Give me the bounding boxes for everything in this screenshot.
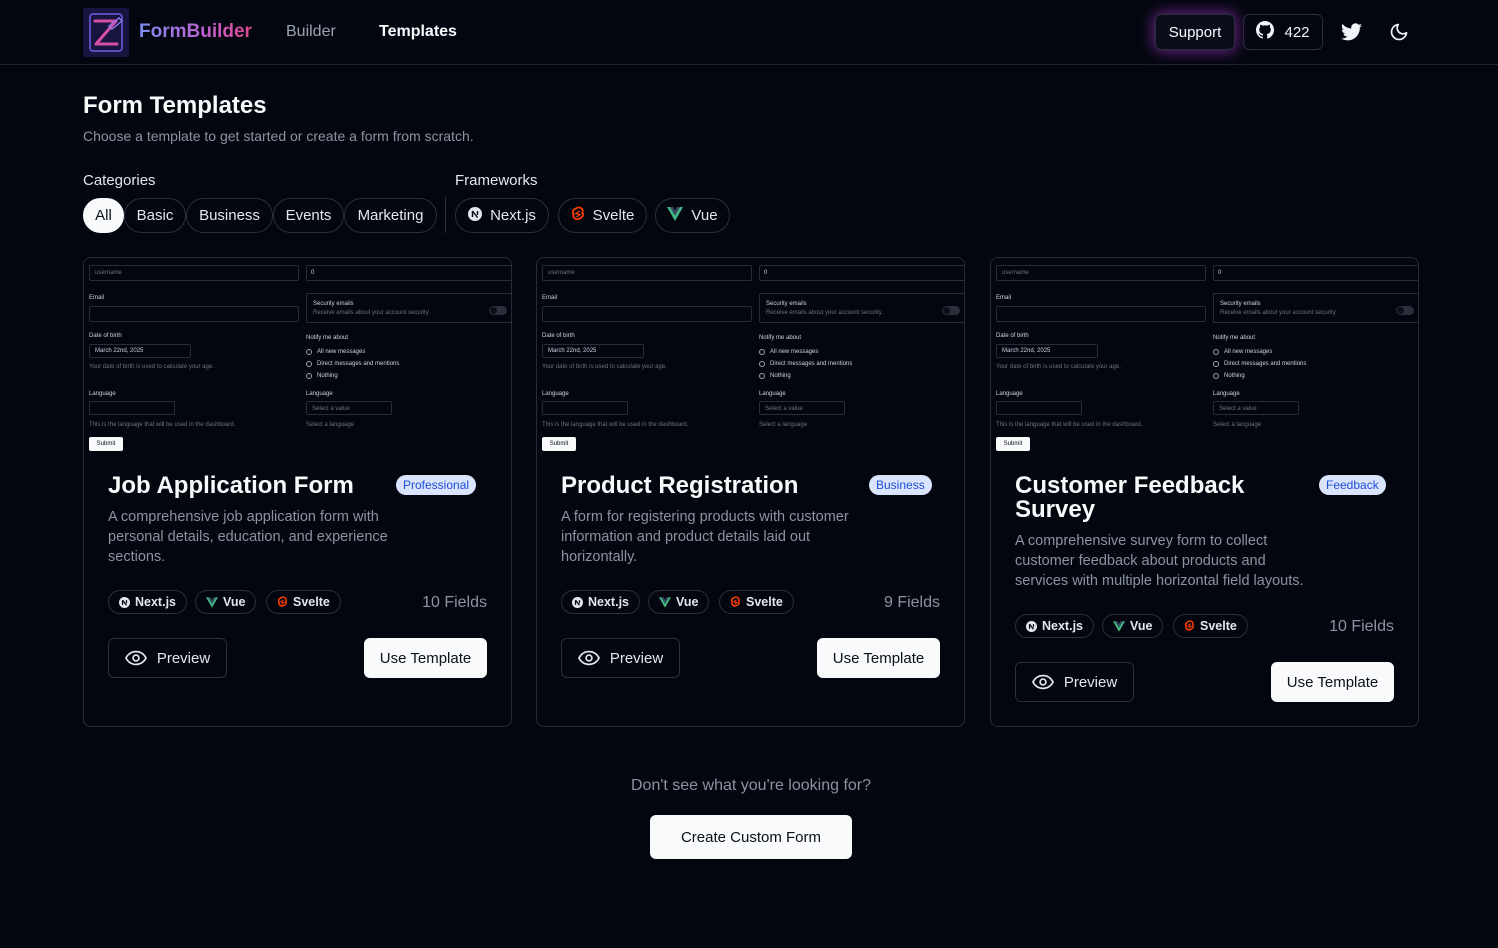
use-template-button[interactable]: Use Template: [1271, 662, 1394, 702]
formbuilder-logo-icon[interactable]: [83, 8, 129, 57]
github-stars: 422: [1284, 23, 1310, 41]
category-pill-marketing[interactable]: Marketing: [344, 198, 437, 233]
preview-button[interactable]: Preview: [561, 638, 680, 678]
category-pill-all[interactable]: All: [83, 198, 124, 233]
framework-chip-nextjs: Next.js: [1015, 614, 1094, 638]
page-title: Form Templates: [83, 92, 267, 119]
template-title: Product Registration: [561, 472, 799, 499]
template-preview-image: username 0 Email Security emails Receive ema…: [991, 258, 1418, 451]
category-badge: Professional: [396, 475, 477, 495]
category-pill-basic[interactable]: Basic: [124, 198, 186, 233]
page-subtitle: Choose a template to get started or crea…: [83, 128, 474, 144]
use-template-button[interactable]: Use Template: [817, 638, 940, 678]
nextjs-icon: [119, 596, 130, 608]
top-navbar: FormBuilder Builder Templates Support 42…: [0, 0, 1498, 65]
category-badge: Business: [869, 475, 932, 495]
framework-chip-svelte: Svelte: [719, 590, 794, 614]
framework-pill-nextjs[interactable]: Next.js: [455, 198, 549, 233]
preview-button[interactable]: Preview: [1015, 662, 1134, 702]
category-pill-business[interactable]: Business: [186, 198, 273, 233]
framework-chip-vue: Vue: [195, 590, 257, 614]
framework-chip-vue: Vue: [1102, 614, 1164, 638]
svelte-icon: [571, 206, 585, 226]
eye-icon: [577, 650, 600, 666]
eye-icon: [1031, 674, 1054, 690]
template-description: A form for registering products with cus…: [561, 509, 849, 565]
nav-builder[interactable]: Builder: [286, 23, 336, 41]
svelte-icon: [277, 596, 288, 608]
eye-icon: [124, 650, 147, 666]
filter-divider: [445, 197, 446, 233]
preview-button[interactable]: Preview: [108, 638, 227, 678]
template-card: username 0 Email Security emails Receive ema…: [83, 257, 512, 727]
create-custom-form-button[interactable]: Create Custom Form: [650, 815, 852, 859]
framework-chip-vue: Vue: [648, 590, 710, 614]
template-preview-image: username 0 Email Security emails Receive ema…: [537, 258, 964, 451]
use-template-button[interactable]: Use Template: [364, 638, 487, 678]
framework-chip-svelte: Svelte: [266, 590, 341, 614]
template-title: Customer Feedback Survey: [1015, 472, 1245, 523]
vue-icon: [206, 596, 218, 608]
template-preview-image: username 0 Email Security emails Receive ema…: [84, 258, 511, 451]
nextjs-icon: [572, 596, 583, 608]
nextjs-icon: [1026, 620, 1037, 632]
github-icon: [1256, 21, 1275, 43]
cta-question: Don't see what you're looking for?: [630, 777, 872, 794]
github-button[interactable]: 422: [1243, 14, 1323, 50]
vue-icon: [659, 596, 671, 608]
framework-chip-nextjs: Next.js: [108, 590, 187, 614]
framework-pill-svelte[interactable]: Svelte: [558, 198, 647, 233]
framework-pill-vue[interactable]: Vue: [655, 198, 730, 233]
template-card: username 0 Email Security emails Receive ema…: [536, 257, 965, 727]
template-card: username 0 Email Security emails Receive ema…: [990, 257, 1419, 727]
field-count: 10 Fields: [1329, 618, 1394, 635]
svelte-icon: [730, 596, 741, 608]
nextjs-icon: [468, 206, 483, 225]
vue-icon: [1113, 620, 1125, 632]
category-pill-events[interactable]: Events: [273, 198, 344, 233]
template-description: A comprehensive survey form to collect c…: [1015, 533, 1304, 589]
frameworks-label: Frameworks: [455, 172, 538, 189]
moon-icon[interactable]: [1387, 20, 1411, 44]
vue-icon: [667, 206, 684, 225]
twitter-icon[interactable]: [1339, 20, 1363, 44]
support-button[interactable]: Support: [1155, 14, 1235, 50]
template-title: Job Application Form: [108, 472, 354, 499]
framework-chip-svelte: Svelte: [1173, 614, 1248, 638]
svelte-icon: [1184, 620, 1195, 632]
brand-name[interactable]: FormBuilder: [139, 21, 252, 43]
categories-label: Categories: [83, 172, 156, 189]
category-badge: Feedback: [1319, 475, 1386, 495]
field-count: 9 Fields: [883, 594, 940, 611]
nav-templates[interactable]: Templates: [379, 23, 457, 41]
field-count: 10 Fields: [422, 594, 487, 611]
template-description: A comprehensive job application form wit…: [108, 509, 388, 565]
framework-chip-nextjs: Next.js: [561, 590, 640, 614]
